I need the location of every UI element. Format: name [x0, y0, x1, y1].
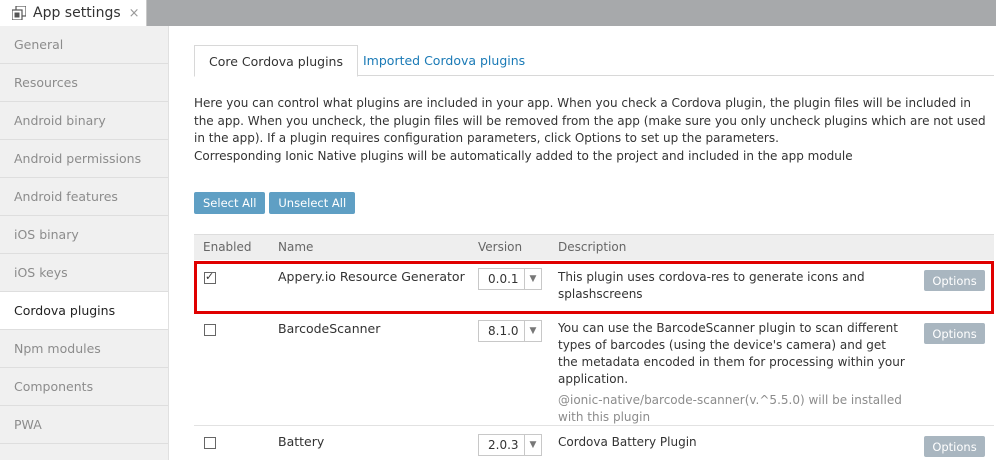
app-settings-title: App settings	[33, 5, 121, 21]
main-panel: Core Cordova plugins Imported Cordova pl…	[169, 26, 996, 460]
sidebar-item-cordova-plugins[interactable]: Cordova plugins	[0, 292, 168, 330]
plugin-description: You can use the BarcodeScanner plugin to…	[558, 320, 908, 426]
sidebar-item-general[interactable]: General	[0, 26, 168, 64]
header-name: Name	[278, 240, 314, 254]
tab-imported-cordova-plugins[interactable]: Imported Cordova plugins	[349, 45, 539, 76]
version-value: 8.1.0	[488, 324, 519, 338]
version-value: 2.0.3	[488, 438, 519, 452]
sidebar-item-android-features[interactable]: Android features	[0, 178, 168, 216]
plugin-enabled-checkbox[interactable]	[204, 324, 216, 336]
chevron-down-icon: ▼	[524, 435, 541, 455]
sidebar-item-components[interactable]: Components	[0, 368, 168, 406]
version-select[interactable]: 0.0.1 ▼	[478, 268, 542, 290]
selection-buttons: Select All Unselect All	[194, 192, 356, 214]
plugin-enabled-checkbox[interactable]	[204, 437, 216, 449]
options-button[interactable]: Options	[924, 323, 985, 344]
options-button[interactable]: Options	[924, 270, 985, 291]
settings-sidebar: General Resources Android binary Android…	[0, 26, 169, 460]
plugin-enabled-checkbox[interactable]	[204, 270, 216, 284]
header-version: Version	[478, 240, 523, 254]
sidebar-item-npm-modules[interactable]: Npm modules	[0, 330, 168, 368]
plugin-name: Appery.io Resource Generator	[278, 269, 465, 284]
intro-ionic-note: Corresponding Ionic Native plugins will …	[194, 148, 853, 163]
plugin-description: Cordova Battery Plugin	[558, 434, 908, 451]
app-settings-icon	[11, 5, 27, 21]
intro-text: Here you can control what plugins are in…	[194, 95, 994, 165]
chevron-down-icon: ▼	[524, 269, 541, 289]
options-button[interactable]: Options	[924, 436, 985, 457]
sidebar-item-ios-keys[interactable]: iOS keys	[0, 254, 168, 292]
header-description: Description	[558, 240, 627, 254]
description-text: This plugin uses cordova-res to generate…	[558, 270, 865, 301]
table-row: Appery.io Resource Generator 0.0.1 ▼ Thi…	[194, 260, 994, 314]
ionic-native-note: @ionic-native/barcode-scanner(v.^5.5.0) …	[558, 393, 902, 424]
intro-paragraph: Here you can control what plugins are in…	[194, 96, 986, 145]
version-select[interactable]: 8.1.0 ▼	[478, 320, 542, 342]
unselect-all-button[interactable]: Unselect All	[269, 192, 356, 214]
plugin-description: This plugin uses cordova-res to generate…	[558, 269, 908, 303]
version-select[interactable]: 2.0.3 ▼	[478, 434, 542, 456]
sidebar-item-ios-binary[interactable]: iOS binary	[0, 216, 168, 254]
sidebar-item-pwa[interactable]: PWA	[0, 406, 168, 444]
plugins-table: Enabled Name Version Description Appery.…	[194, 234, 994, 460]
sidebar-item-android-binary[interactable]: Android binary	[0, 102, 168, 140]
tab-core-cordova-plugins[interactable]: Core Cordova plugins	[194, 45, 358, 77]
plugin-name: Battery	[278, 434, 325, 449]
table-header: Enabled Name Version Description	[194, 234, 994, 260]
sidebar-item-android-permissions[interactable]: Android permissions	[0, 140, 168, 178]
table-row: Battery 2.0.3 ▼ Cordova Battery Plugin O…	[194, 426, 994, 460]
top-tab-bar: App settings ×	[0, 0, 996, 26]
close-icon[interactable]: ×	[129, 6, 140, 21]
description-text: You can use the BarcodeScanner plugin to…	[558, 321, 905, 386]
app-settings-tab[interactable]: App settings ×	[0, 0, 147, 26]
plugin-name: BarcodeScanner	[278, 321, 381, 336]
chevron-down-icon: ▼	[524, 321, 541, 341]
table-row: BarcodeScanner 8.1.0 ▼ You can use the B…	[194, 314, 994, 426]
description-text: Cordova Battery Plugin	[558, 435, 697, 449]
select-all-button[interactable]: Select All	[194, 192, 266, 214]
header-enabled: Enabled	[203, 240, 252, 254]
sidebar-item-resources[interactable]: Resources	[0, 64, 168, 102]
version-value: 0.0.1	[488, 272, 519, 286]
plugin-tabs: Core Cordova plugins Imported Cordova pl…	[194, 45, 994, 77]
